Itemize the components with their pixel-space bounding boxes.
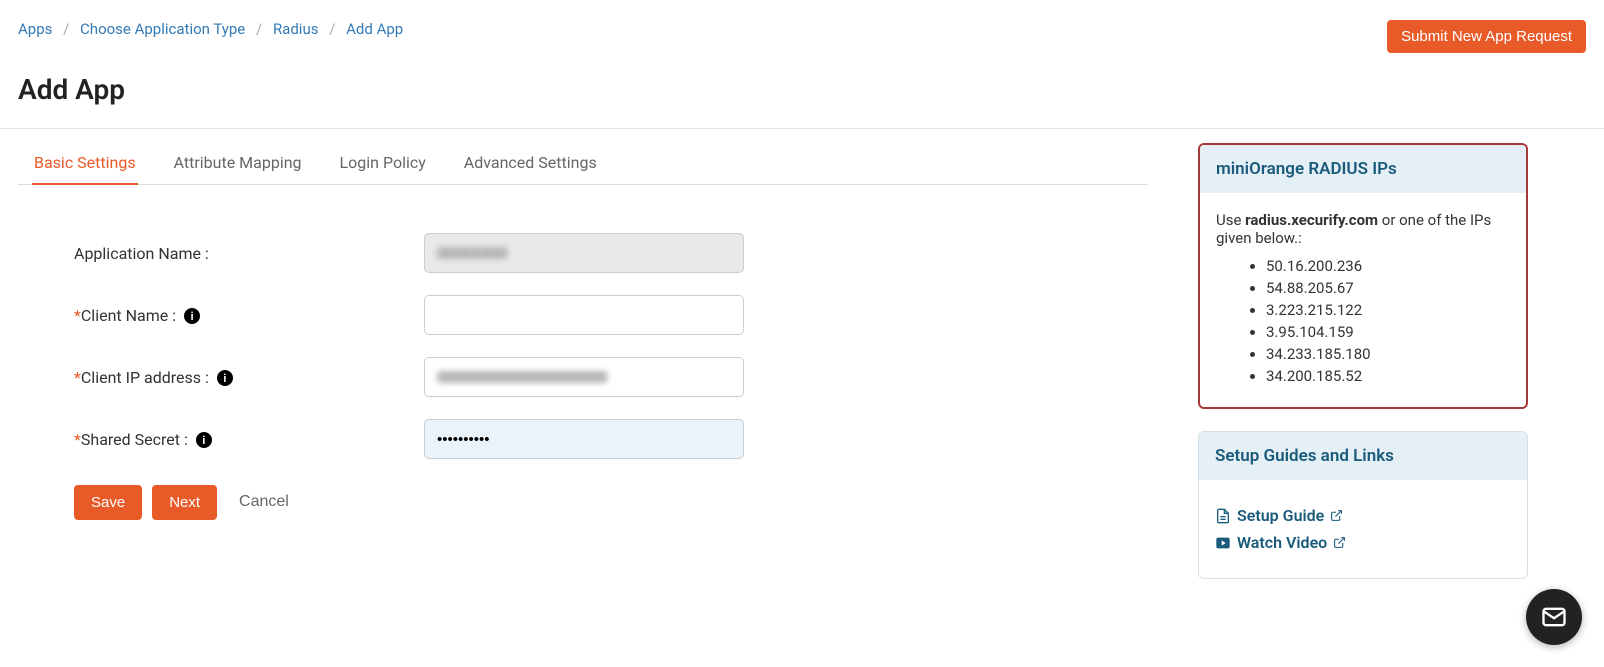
radius-ips-panel: miniOrange RADIUS IPs Use radius.xecurif… <box>1198 143 1528 409</box>
breadcrumb-apps[interactable]: Apps <box>18 20 52 38</box>
info-icon[interactable]: i <box>217 370 233 386</box>
radius-ip-item: 3.95.104.159 <box>1266 323 1510 341</box>
breadcrumb-choose-type[interactable]: Choose Application Type <box>80 20 245 38</box>
radius-ips-list: 50.16.200.236 54.88.205.67 3.223.215.122… <box>1216 257 1510 385</box>
radius-ips-heading: miniOrange RADIUS IPs <box>1200 145 1526 193</box>
redacted-app-name <box>437 247 507 259</box>
shared-secret-input[interactable] <box>424 419 744 459</box>
breadcrumb-separator: / <box>249 20 269 38</box>
breadcrumb-radius[interactable]: Radius <box>273 20 319 38</box>
chat-widget-button[interactable] <box>1526 589 1582 645</box>
setup-guides-heading: Setup Guides and Links <box>1199 432 1527 480</box>
setup-guides-panel: Setup Guides and Links Setup Guide Watch… <box>1198 431 1528 579</box>
radius-ip-item: 34.233.185.180 <box>1266 345 1510 363</box>
info-icon[interactable]: i <box>196 432 212 448</box>
external-link-icon <box>1330 509 1343 522</box>
radius-ips-description: Use radius.xecurify.com or one of the IP… <box>1216 211 1510 247</box>
tab-attribute-mapping[interactable]: Attribute Mapping <box>172 143 304 185</box>
client-ip-label: *Client IP address : i <box>74 368 424 387</box>
radius-ip-item: 54.88.205.67 <box>1266 279 1510 297</box>
setup-guide-link[interactable]: Setup Guide <box>1215 506 1511 525</box>
submit-new-app-request-button[interactable]: Submit New App Request <box>1387 20 1586 53</box>
tabs: Basic Settings Attribute Mapping Login P… <box>18 143 1148 185</box>
breadcrumb-separator: / <box>56 20 76 38</box>
next-button[interactable]: Next <box>152 485 217 520</box>
client-ip-input[interactable] <box>424 357 744 397</box>
breadcrumb-add-app[interactable]: Add App <box>346 20 403 38</box>
tab-basic-settings[interactable]: Basic Settings <box>32 143 138 185</box>
form-area: Application Name : *Client Name : i *Cli… <box>18 185 1148 520</box>
application-name-label: Application Name : <box>74 244 424 263</box>
video-icon <box>1215 535 1231 551</box>
cancel-button[interactable]: Cancel <box>227 484 301 520</box>
info-icon[interactable]: i <box>184 308 200 324</box>
tab-login-policy[interactable]: Login Policy <box>338 143 428 185</box>
client-name-input[interactable] <box>424 295 744 335</box>
breadcrumb: Apps / Choose Application Type / Radius … <box>18 20 403 38</box>
breadcrumb-separator: / <box>322 20 342 38</box>
page-title: Add App <box>0 63 1604 128</box>
redacted-client-ip <box>437 371 607 383</box>
application-name-input[interactable] <box>424 233 744 273</box>
radius-ip-item: 34.200.185.52 <box>1266 367 1510 385</box>
radius-ip-item: 50.16.200.236 <box>1266 257 1510 275</box>
save-button[interactable]: Save <box>74 485 142 520</box>
external-link-icon <box>1333 536 1346 549</box>
client-name-label: *Client Name : i <box>74 306 424 325</box>
watch-video-link[interactable]: Watch Video <box>1215 533 1511 552</box>
document-icon <box>1215 508 1231 524</box>
tab-advanced-settings[interactable]: Advanced Settings <box>462 143 599 185</box>
radius-ip-item: 3.223.215.122 <box>1266 301 1510 319</box>
mail-icon <box>1540 603 1568 631</box>
shared-secret-label: *Shared Secret : i <box>74 430 424 449</box>
